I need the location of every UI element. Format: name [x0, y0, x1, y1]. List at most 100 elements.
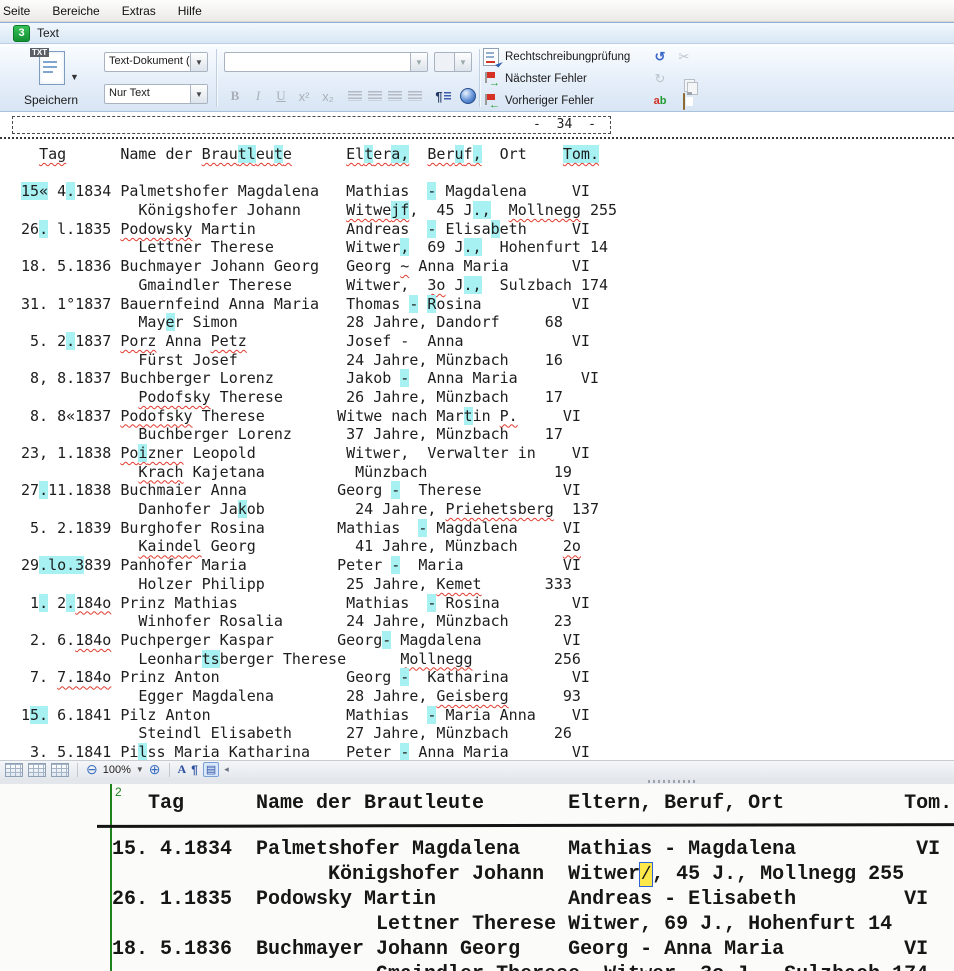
text-line: Lettner Therese Witwer, 69 J., Hohenfurt…	[112, 912, 940, 937]
zoom-level-value[interactable]: 100%	[103, 764, 131, 776]
align-justify-button[interactable]	[404, 85, 426, 107]
highlight-uncertain-chars-toggle[interactable]: ▤	[203, 762, 219, 777]
next-error-icon: →	[483, 71, 499, 87]
text-line: 1. 2.184o Prinz Mathias Mathias - Rosina…	[21, 594, 617, 613]
text-line: Gmaindler Therese Witwer, 3o J., Sulzbac…	[21, 276, 617, 295]
text-line: 26. l.1835 Podowsky Martin Andreas - Eli…	[21, 220, 617, 239]
align-left-icon	[348, 91, 362, 101]
redo-button[interactable]: ↻	[651, 71, 669, 87]
page-number: - 34 -	[533, 117, 596, 132]
mode-combobox-value: Nur Text	[105, 85, 190, 103]
toolbar: TXT Speichern ▼ Text-Dokument ( ▼ Nur Te…	[0, 44, 954, 112]
format-combobox-arrow[interactable]: ▼	[190, 53, 207, 71]
align-right-icon	[388, 91, 402, 101]
text-line: Tag Name der Brautleute Eltera, Beruf, O…	[21, 145, 617, 164]
table-grid-icon[interactable]	[5, 763, 23, 777]
mode-combobox[interactable]: Nur Text ▼	[104, 84, 208, 104]
mode-combobox-arrow[interactable]: ▼	[190, 85, 207, 103]
scan-image-pane[interactable]: 2 Tag Name der Brautleute Eltern, Beruf,…	[0, 784, 954, 971]
paragraph-settings-button[interactable]: ¶	[430, 85, 456, 107]
text-line: 5. 2.1837 Porz Anna Petz Josef - Anna VI	[21, 332, 617, 351]
replace-ab-icon[interactable]: ab	[651, 95, 669, 107]
font-combobox[interactable]: ▼	[224, 52, 428, 72]
fontsize-combobox-arrow[interactable]: ▼	[454, 53, 471, 71]
text-line: Mayer Simon 28 Jahre, Dandorf 68	[21, 313, 617, 332]
previous-error-icon: ←	[483, 93, 499, 109]
text-editor-pane[interactable]: - 34 - Tag Name der Brautleute Eltera, B…	[0, 112, 954, 760]
splitter-grip[interactable]	[648, 780, 696, 783]
table-columns-icon[interactable]	[51, 763, 69, 777]
text-line: 8, 8.1837 Buchberger Lorenz Jakob - Anna…	[21, 369, 617, 388]
fontsize-combobox[interactable]: ▼	[434, 52, 472, 72]
pane-title: Text	[37, 26, 59, 40]
text-line: 15« 4.1834 Palmetshofer Magdalena Mathia…	[21, 182, 617, 201]
text-line: Holzer Philipp 25 Jahre, Kemet 333	[21, 575, 617, 594]
align-left-button[interactable]	[344, 85, 366, 107]
text-line: 29.lo.3839 Panhofer Maria Peter - Maria …	[21, 556, 617, 575]
zoom-in-icon[interactable]: ⊕	[149, 761, 161, 778]
cut-icon[interactable]: ✂	[675, 49, 693, 65]
italic-button[interactable]: I	[247, 85, 269, 107]
text-line: 3. 5.1841 Pilss Maria Katharina Peter - …	[21, 743, 617, 760]
pane-tab-bar: 3 Text	[0, 22, 954, 44]
menu-hilfe[interactable]: Hilfe	[167, 1, 213, 21]
text-line: 23, 1.1838 Poizner Leopold Witwer, Verwa…	[21, 444, 617, 463]
text-line: Buchberger Lorenz 37 Jahre, Münzbach 17	[21, 425, 617, 444]
special-characters-button[interactable]	[457, 85, 479, 107]
pane-number-badge: 3	[13, 25, 30, 42]
align-right-button[interactable]	[384, 85, 406, 107]
text-line: Leonhartsberger Therese Mollnegg 256	[21, 650, 617, 669]
page-margin-dotted-line	[0, 137, 954, 139]
zoom-dropdown-arrow[interactable]: ▼	[136, 765, 144, 774]
font-combobox-value	[225, 53, 410, 71]
text-line: Egger Magdalena 28 Jahre, Geisberg 93	[21, 687, 617, 706]
spellcheck-button[interactable]: Rechtschreibungprüfung	[505, 51, 645, 63]
text-line: 8. 8«1837 Podofsky Therese Witwe nach Ma…	[21, 407, 617, 426]
text-line: Podofsky Therese 26 Jahre, Münzbach 17	[21, 388, 617, 407]
paste-icon[interactable]	[675, 94, 693, 109]
save-button-label: Speichern	[24, 93, 78, 107]
text-line: 18. 5.1836 Buchmayer Johann Georg Georg …	[21, 257, 617, 276]
align-justify-icon	[408, 91, 422, 101]
text-line: 31. 1°1837 Bauernfeind Anna Maria Thomas…	[21, 295, 617, 314]
text-line: Kaindel Georg 41 Jahre, Münzbach 2o	[21, 537, 617, 556]
text-line: 5. 2.1839 Burghofer Rosina Mathias - Mag…	[21, 519, 617, 538]
scan-table-rule	[97, 823, 954, 828]
subscript-button[interactable]: x₂	[317, 85, 339, 107]
superscript-button[interactable]: x²	[293, 85, 315, 107]
align-center-button[interactable]	[364, 85, 386, 107]
page-header-box: - 34 -	[12, 116, 611, 134]
text-line: 26. 1.1835 Podowsky Martin Andreas - Eli…	[112, 887, 940, 912]
text-line: Lettner Therese Witwer, 69 J., Hohenfurt…	[21, 238, 617, 257]
font-properties-icon[interactable]: A	[178, 762, 187, 777]
menu-seite[interactable]: Seite	[0, 1, 41, 21]
paragraph-lines-icon	[444, 92, 451, 101]
spellcheck-icon	[483, 48, 499, 66]
previous-error-button[interactable]: Vorheriger Fehler	[505, 95, 645, 107]
globe-icon	[460, 88, 476, 104]
text-line: 18. 5.1836 Buchmayer Johann Georg Georg …	[112, 937, 940, 962]
text-line: Krach Kajetana Münzbach 19	[21, 463, 617, 482]
align-center-icon	[368, 91, 382, 101]
ocr-text-content[interactable]: Tag Name der Brautleute Eltera, Beruf, O…	[21, 145, 617, 760]
menu-extras[interactable]: Extras	[111, 1, 167, 21]
collapse-left-arrow-icon[interactable]: ◂	[224, 764, 229, 775]
bold-button[interactable]: B	[224, 85, 246, 107]
table-rows-icon[interactable]	[28, 763, 46, 777]
show-paragraph-marks-icon[interactable]: ¶	[191, 763, 198, 777]
format-combobox[interactable]: Text-Dokument ( ▼	[104, 52, 208, 72]
undo-button[interactable]: ↺	[651, 49, 669, 65]
save-dropdown-arrow[interactable]: ▼	[70, 72, 79, 82]
next-error-button[interactable]: Nächster Fehler	[505, 73, 645, 85]
save-button[interactable]: TXT Speichern	[8, 47, 94, 109]
underline-button[interactable]: U	[270, 85, 292, 107]
font-combobox-arrow[interactable]: ▼	[410, 53, 427, 71]
paragraph-icon: ¶	[435, 89, 442, 104]
menu-bereiche[interactable]: Bereiche	[41, 1, 110, 21]
zoom-out-icon[interactable]: ⊖	[86, 761, 98, 778]
text-line: Fürst Josef 24 Jahre, Münzbach 16	[21, 351, 617, 370]
text-line	[21, 164, 617, 183]
text-line: Danhofer Jakob 24 Jahre, Priehetsberg 13…	[21, 500, 617, 519]
text-line: 15. 4.1834 Palmetshofer Magdalena Mathia…	[112, 837, 940, 862]
text-line: 2. 6.184o Puchperger Kaspar Georg- Magda…	[21, 631, 617, 650]
